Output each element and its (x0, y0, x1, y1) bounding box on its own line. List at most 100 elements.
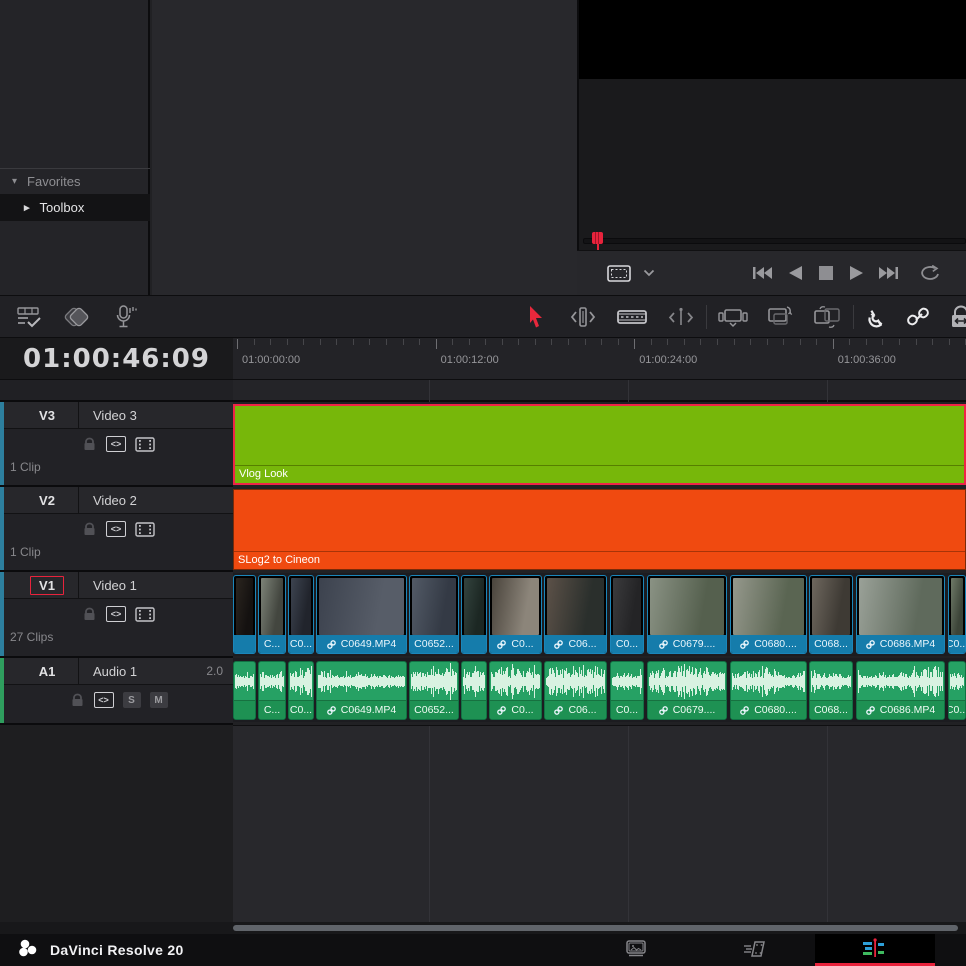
track-header-a1[interactable]: A1Audio 12.0<>SM (0, 658, 233, 725)
insert-clip-icon[interactable] (717, 302, 749, 332)
audio-clip-c06[interactable]: C06... (544, 661, 607, 720)
timeline-ruler[interactable]: 01:00:00:0001:00:12:0001:00:24:0001:00:3… (233, 338, 966, 380)
track-filmstrip-icon[interactable] (135, 437, 155, 452)
viewer-playhead-marker[interactable] (592, 232, 603, 244)
track-filmstrip-icon[interactable] (135, 522, 155, 537)
auto-select-toggle[interactable]: <> (106, 436, 126, 452)
video-clip-c0680[interactable]: C0680.... (730, 575, 807, 654)
track-name[interactable]: Video 3 (78, 402, 233, 429)
voiceover-mic-icon[interactable] (114, 302, 138, 332)
viewer-scrub-bar[interactable] (583, 238, 966, 244)
audio-clip-c0680[interactable]: C0680.... (730, 661, 807, 720)
ruler-tick (436, 339, 437, 349)
skip-start-icon[interactable] (753, 266, 772, 280)
selection-mode-icon[interactable] (526, 302, 546, 332)
blade-edit-mode-icon[interactable] (666, 302, 696, 332)
video-clip-c[interactable]: C... (258, 575, 286, 654)
audio-clip-c0[interactable]: C0... (948, 661, 966, 720)
replace-clip-icon[interactable] (811, 302, 843, 332)
mute-button[interactable]: M (150, 692, 168, 708)
ruler-tick (816, 339, 817, 345)
media-page-icon[interactable] (622, 934, 650, 963)
audio-waveform (811, 662, 851, 701)
timeline-empty-area[interactable] (233, 725, 966, 922)
audio-clip-c0[interactable]: C0... (288, 661, 314, 720)
video-clip-c0[interactable]: C0... (948, 575, 966, 654)
timeline-timecode-display[interactable]: 01:00:46:09 (0, 338, 233, 380)
sidebar-item-toolbox[interactable]: ▸ Toolbox (0, 194, 150, 221)
audio-clip-c0679[interactable]: C0679.... (647, 661, 727, 720)
position-lock-icon[interactable] (948, 302, 966, 332)
linked-move-icon[interactable] (906, 302, 930, 332)
track-lock-icon[interactable] (70, 693, 85, 707)
skip-end-icon[interactable] (879, 266, 898, 280)
step-back-icon[interactable] (789, 266, 802, 280)
overwrite-clip-icon[interactable] (765, 302, 795, 332)
video-clip-c068[interactable]: C068... (809, 575, 853, 654)
stop-icon[interactable] (819, 266, 833, 280)
timeline-clip-slog2-to-cineon[interactable]: SLog2 to Cineon (233, 489, 966, 570)
auto-select-toggle[interactable]: <> (94, 692, 114, 708)
video-clip-c0652[interactable]: C0652... (409, 575, 459, 654)
ruler-tick (369, 339, 370, 345)
video-clip[interactable] (461, 575, 487, 654)
solo-button[interactable]: S (123, 692, 141, 708)
audio-clip-c0[interactable]: C0... (610, 661, 644, 720)
audio-clip-c068[interactable]: C068... (809, 661, 853, 720)
clip-display-icon[interactable] (607, 265, 631, 282)
video-clip-c0679[interactable]: C0679.... (647, 575, 727, 654)
clip-filename: C0... (949, 635, 965, 653)
stacked-playback-icon[interactable] (64, 302, 92, 332)
track-filmstrip-icon[interactable] (135, 607, 155, 622)
auto-select-toggle[interactable]: <> (106, 521, 126, 537)
timeline-scrollbar-thumb[interactable] (233, 925, 958, 931)
clip-filename: C0649.MP4 (317, 635, 406, 653)
audio-clip-c0686mp4[interactable]: C0686.MP4 (856, 661, 945, 720)
timeline-view-options-icon[interactable] (16, 302, 42, 332)
track-destination-button[interactable]: V1 (30, 576, 64, 595)
track-destination-button[interactable]: V2 (30, 492, 64, 509)
trim-edit-mode-icon[interactable] (568, 302, 598, 332)
track-name[interactable]: Video 2 (78, 487, 233, 514)
video-clip-c0[interactable]: C0... (489, 575, 542, 654)
ruler-tick (783, 339, 784, 345)
video-clip-c0[interactable]: C0... (610, 575, 644, 654)
audio-clip[interactable] (233, 661, 256, 720)
ruler-tick (469, 339, 470, 345)
track-name[interactable]: Video 1 (78, 572, 233, 599)
linked-clip-icon (554, 706, 563, 715)
clip-filename: C0... (490, 700, 541, 719)
track-header-v1[interactable]: V1Video 1<>27 Clips (0, 572, 233, 658)
video-clip-c0686mp4[interactable]: C0686.MP4 (856, 575, 945, 654)
track-lock-icon[interactable] (82, 522, 97, 536)
track-name-row: V3 Video 3 (4, 402, 233, 429)
video-clip-c0[interactable]: C0... (288, 575, 314, 654)
viewer-mode-chevron-icon[interactable] (643, 269, 655, 277)
loop-icon[interactable] (920, 265, 942, 281)
track-header-v2[interactable]: V2Video 2<>1 Clip (0, 487, 233, 572)
video-clip-c0649mp4[interactable]: C0649.MP4 (316, 575, 407, 654)
snapping-magnet-icon[interactable] (864, 302, 888, 332)
track-name[interactable]: Audio 1 (78, 658, 206, 685)
audio-clip-c0649mp4[interactable]: C0649.MP4 (316, 661, 407, 720)
ruler-tick (800, 339, 801, 345)
clip-filename: C... (259, 635, 285, 653)
track-header-v3[interactable]: V3Video 3<>1 Clip (0, 402, 233, 487)
audio-clip[interactable] (461, 661, 487, 720)
video-clip[interactable] (233, 575, 256, 654)
favorites-group[interactable]: ▾ Favorites (0, 168, 150, 194)
audio-clip-c0[interactable]: C0... (489, 661, 542, 720)
razor-edit-mode-icon[interactable] (616, 302, 648, 332)
video-clip-c06[interactable]: C06... (544, 575, 607, 654)
auto-select-toggle[interactable]: <> (106, 606, 126, 622)
track-destination-button[interactable]: V3 (30, 407, 64, 424)
edit-page-tab[interactable] (815, 934, 935, 966)
audio-clip-c0652[interactable]: C0652... (409, 661, 459, 720)
timeline-clip-vlog-look[interactable]: Vlog Look (233, 404, 966, 485)
track-destination-button[interactable]: A1 (30, 663, 64, 680)
track-lock-icon[interactable] (82, 607, 97, 621)
audio-clip-c[interactable]: C... (258, 661, 286, 720)
play-icon[interactable] (850, 266, 863, 280)
cut-page-icon[interactable] (742, 934, 770, 963)
track-lock-icon[interactable] (82, 437, 97, 451)
